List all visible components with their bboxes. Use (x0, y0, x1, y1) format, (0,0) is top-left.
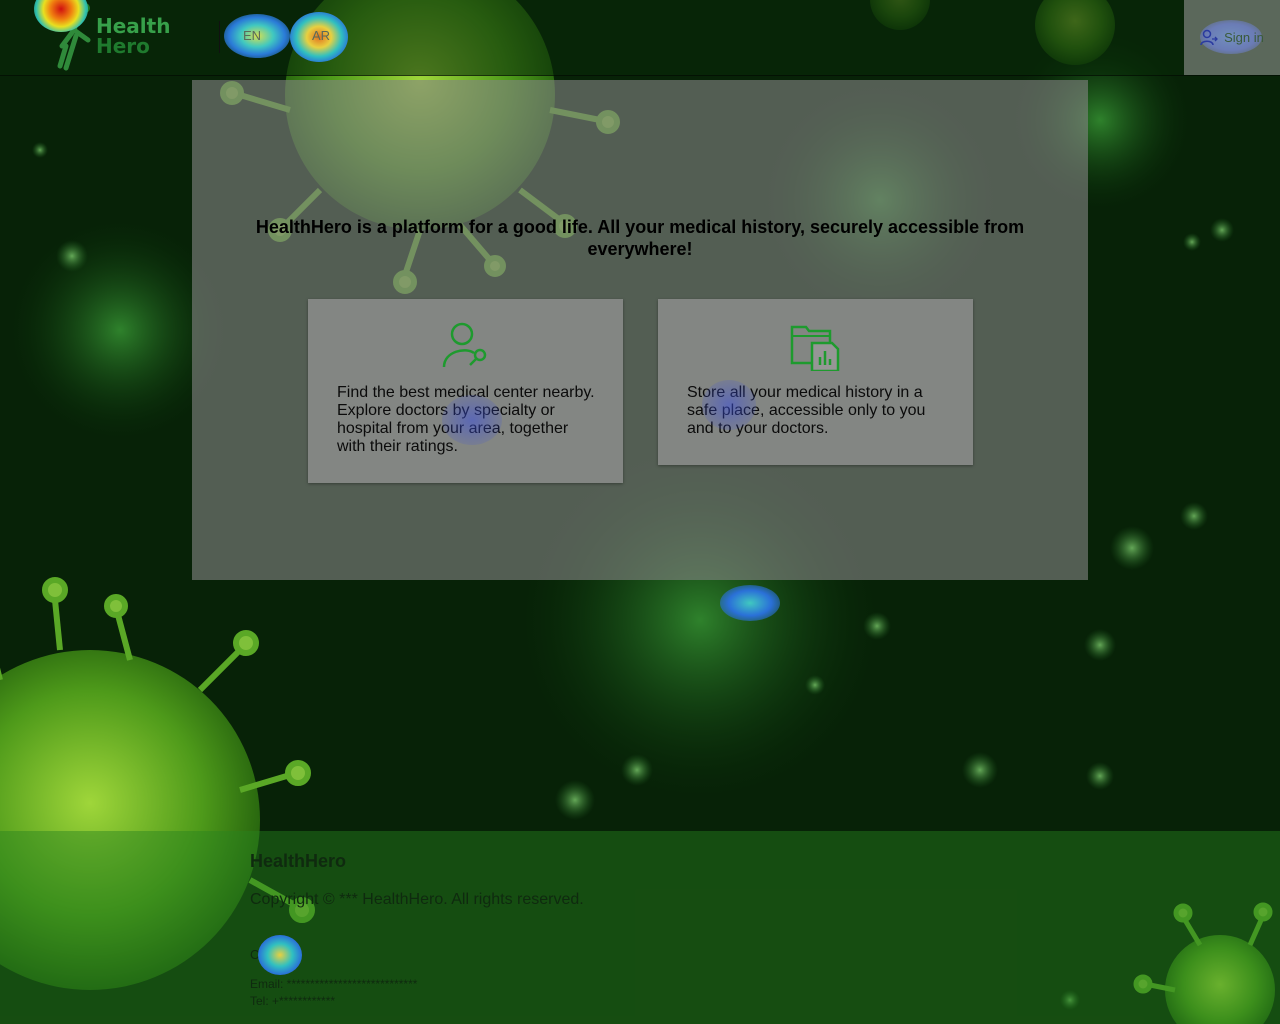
sign-in-label: Sign in (1224, 30, 1264, 45)
healthhero-logo[interactable]: Health Hero (52, 0, 172, 72)
footer-phone[interactable]: Tel: +************ (250, 994, 335, 1008)
header-divider (219, 21, 220, 53)
feature-card-medical-history[interactable]: Store all your medical history in a safe… (658, 299, 973, 465)
logo-wordmark: Health Hero (96, 16, 170, 56)
language-en-link[interactable]: EN (243, 28, 261, 43)
sign-in-button[interactable]: Sign in (1184, 0, 1280, 75)
footer-email[interactable]: Email: **************************** (250, 977, 417, 991)
feature-medical-history-text: Store all your medical history in a safe… (687, 384, 926, 437)
logo-line-health: Health (96, 14, 171, 38)
site-header: Health Hero EN AR Sign in (0, 0, 1280, 76)
hero-panel: HealthHero is a platform for a good life… (192, 80, 1088, 580)
user-sign-in-icon (1200, 29, 1219, 45)
language-ar-link[interactable]: AR (312, 28, 330, 43)
runner-logo-icon (57, 3, 91, 71)
feature-card-find-doctors[interactable]: Find the best medical center nearby. Exp… (308, 299, 623, 483)
logo-line-hero: Hero (96, 34, 150, 58)
medical-records-folder-icon (790, 325, 840, 371)
platform-tagline: HealthHero is a platform for a good life… (255, 217, 1025, 259)
feature-find-doctors-text: Find the best medical center nearby. Exp… (337, 384, 595, 455)
doctor-search-icon (442, 322, 487, 368)
footer-contacts-heading: Contacts (250, 947, 302, 962)
footer-copyright: Copyright © *** HealthHero. All rights r… (250, 891, 584, 908)
footer-brand: HealthHero (250, 851, 347, 871)
site-footer: HealthHero Copyright © *** HealthHero. A… (0, 831, 1280, 1024)
